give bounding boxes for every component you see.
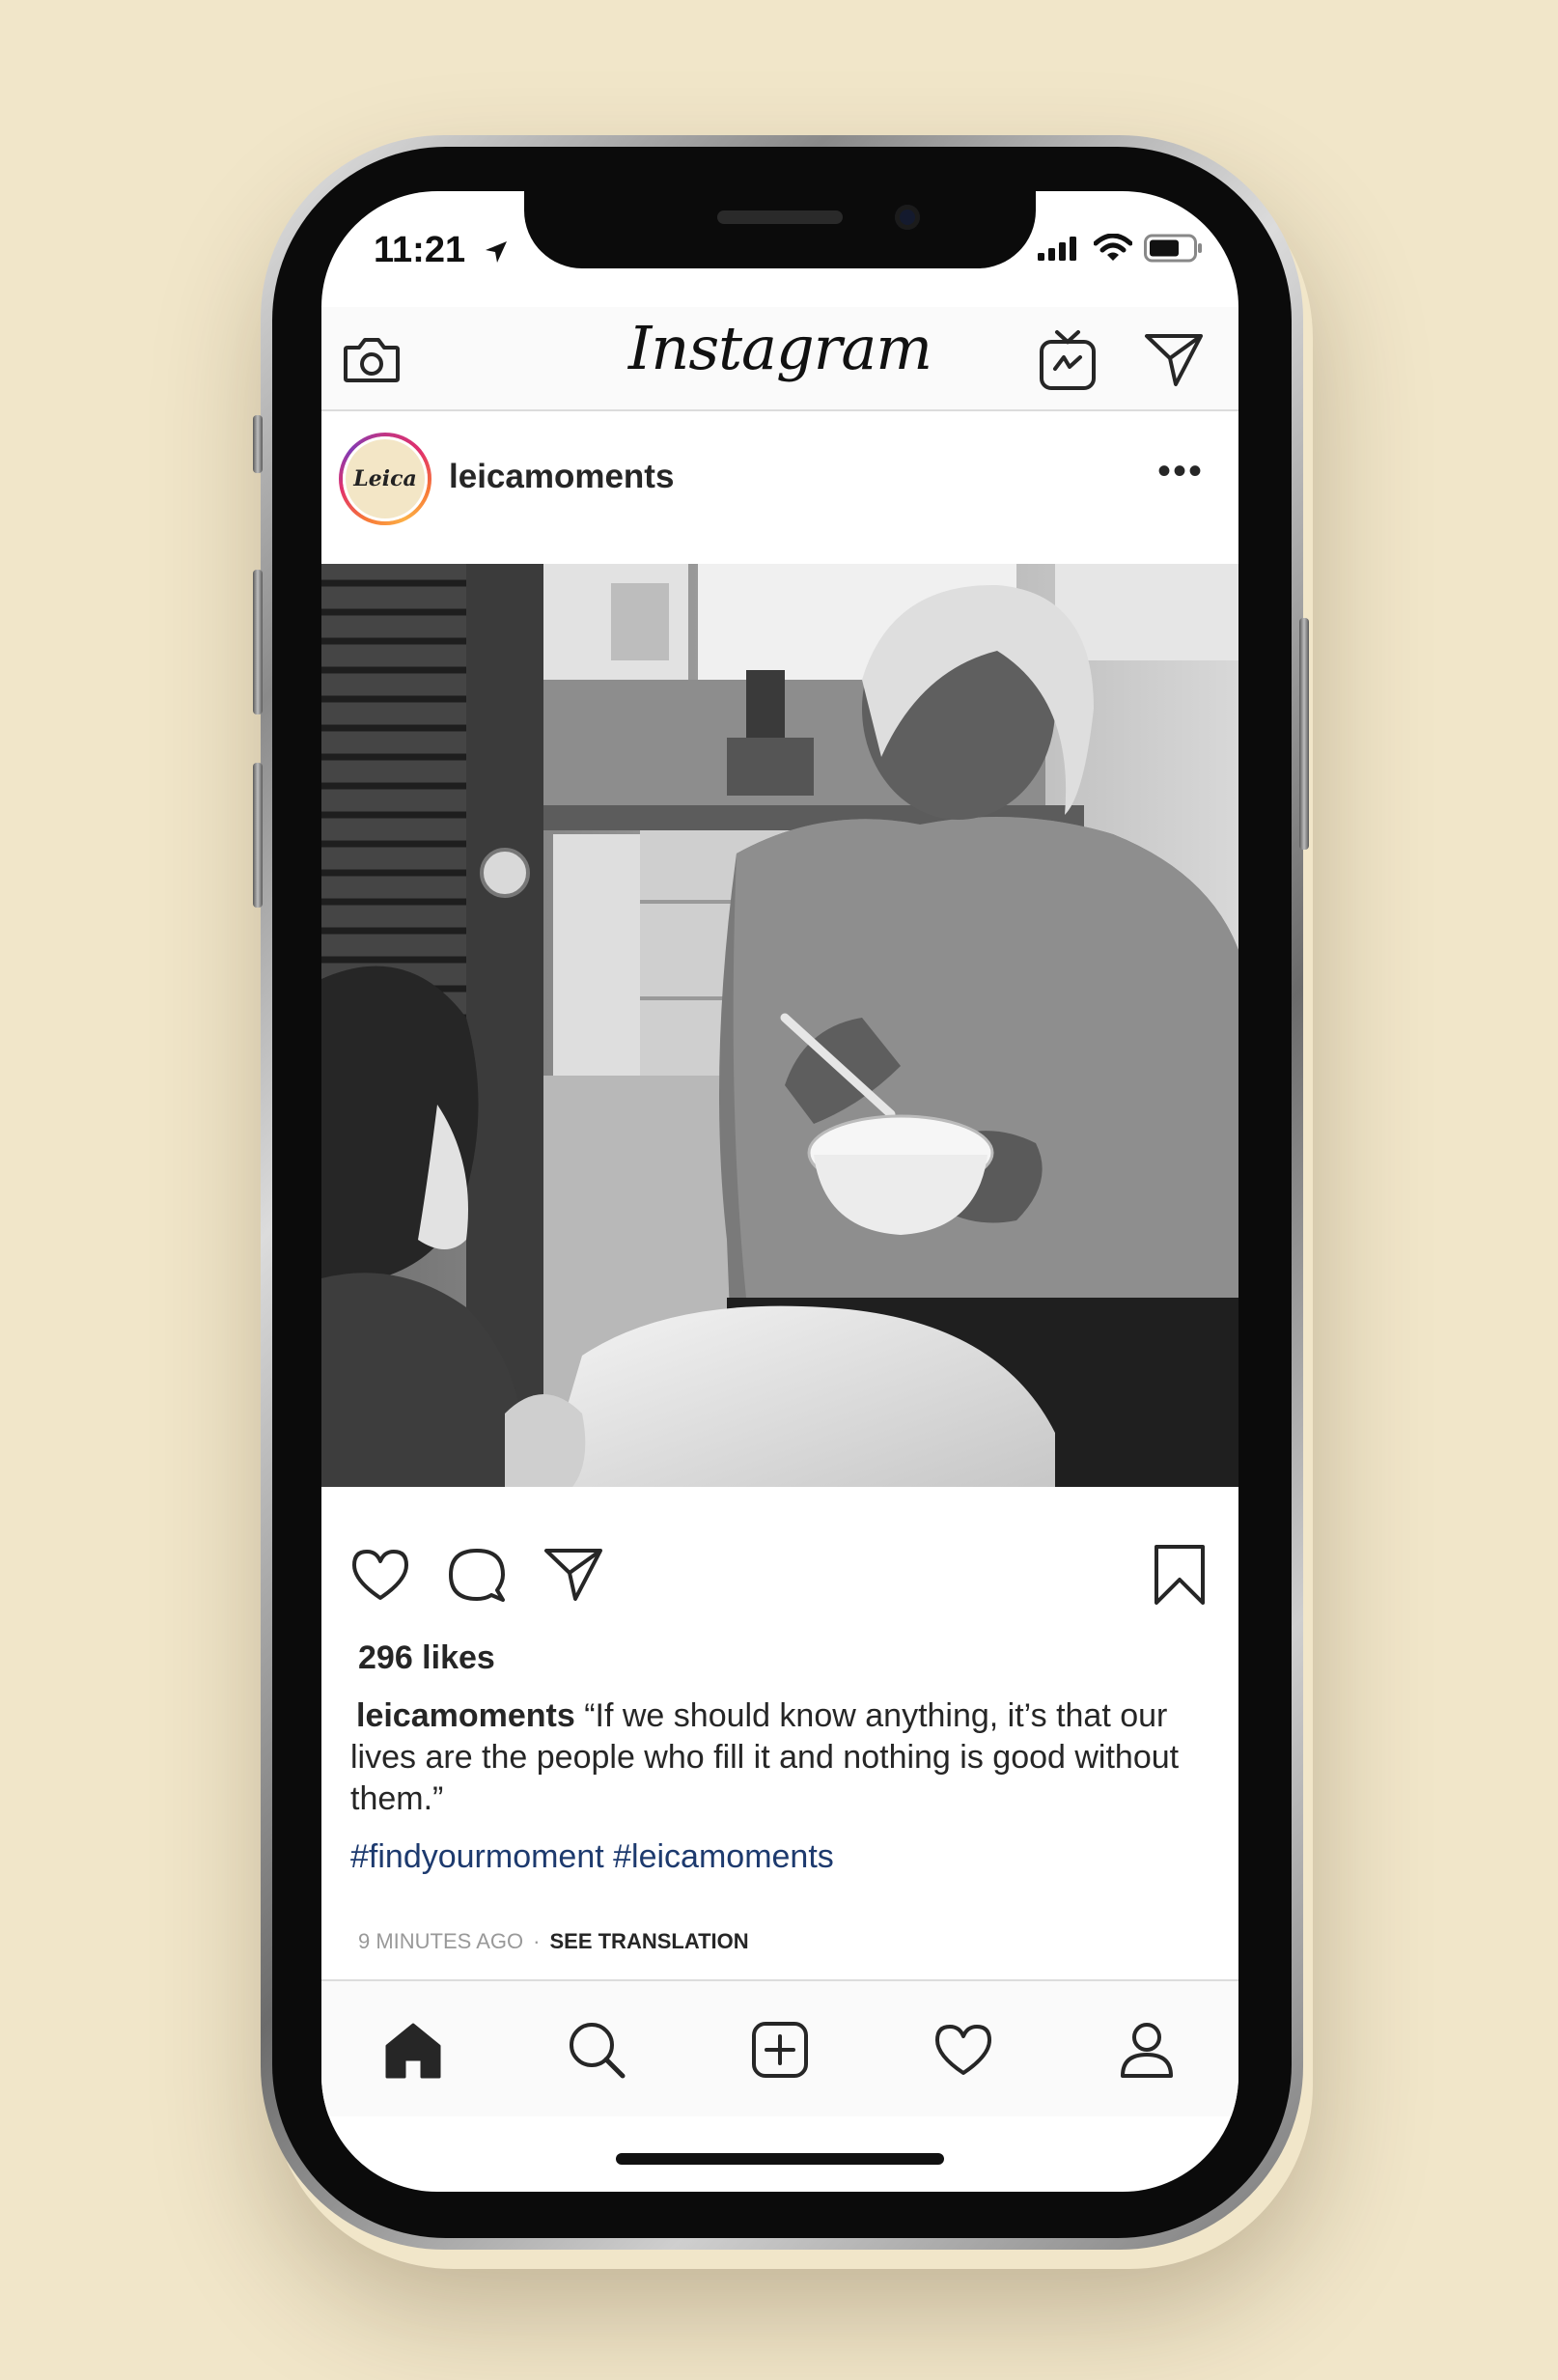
home-indicator[interactable] (616, 2153, 944, 2165)
search-icon (570, 2023, 626, 2079)
notch (524, 191, 1036, 268)
volume-up-button (253, 570, 263, 714)
igtv-icon (1040, 330, 1096, 390)
post-photo[interactable] (321, 564, 1238, 1487)
share-button[interactable] (542, 1543, 605, 1607)
comment-button[interactable] (445, 1543, 509, 1607)
share-icon (544, 1549, 602, 1601)
nav-new-post[interactable] (746, 2016, 814, 2084)
avatar: Leica (343, 436, 428, 521)
post-caption: leicamoments “If we should know anything… (350, 1695, 1200, 1820)
bookmark-icon (1155, 1545, 1205, 1605)
signal-icon (1038, 237, 1076, 261)
post-username[interactable]: leicamoments (449, 458, 674, 496)
direct-message-button[interactable] (1142, 328, 1206, 392)
post-meta: 9 MINUTES AGO · SEE TRANSLATION (358, 1929, 749, 1954)
nav-search[interactable] (563, 2016, 630, 2084)
nav-profile[interactable] (1113, 2016, 1181, 2084)
post-header: Leica leicamoments ••• (321, 411, 1238, 562)
instagram-logo: Instagram (627, 313, 932, 383)
like-button[interactable] (348, 1543, 412, 1607)
caption-username[interactable]: leicamoments (356, 1697, 575, 1734)
front-camera (895, 205, 920, 230)
see-translation-link[interactable]: SEE TRANSLATION (549, 1929, 748, 1954)
meta-separator: · (533, 1929, 541, 1953)
nav-activity[interactable] (930, 2016, 997, 2084)
new-post-icon (752, 2022, 808, 2078)
activity-heart-icon (935, 2025, 991, 2075)
volume-down-button (253, 763, 263, 908)
status-time: 11:21 (374, 230, 509, 271)
heart-icon (352, 1550, 408, 1600)
igtv-button[interactable] (1036, 326, 1099, 394)
direct-message-icon (1145, 334, 1203, 386)
more-options-button[interactable]: ••• (1157, 450, 1204, 493)
profile-icon (1121, 2023, 1173, 2078)
status-indicators (1038, 234, 1204, 263)
screen: 11:21 Instagram Leica leicamoments ••• 2… (321, 191, 1238, 2192)
side-button (1299, 618, 1309, 850)
mute-switch (253, 415, 263, 473)
status-time-text: 11:21 (374, 230, 466, 270)
save-button[interactable] (1148, 1541, 1211, 1609)
home-icon (385, 2023, 441, 2079)
location-arrow-icon (485, 240, 507, 263)
likes-count[interactable]: 296 likes (358, 1639, 495, 1677)
post-photo-image (321, 564, 1238, 1487)
top-bar: Instagram (321, 307, 1238, 411)
post-actions (321, 1533, 1238, 1620)
post-time-ago: 9 MINUTES AGO (358, 1929, 524, 1953)
comment-icon (449, 1549, 505, 1602)
battery-icon (1144, 234, 1202, 263)
avatar-ring[interactable]: Leica (339, 433, 431, 525)
speaker-grille (717, 210, 843, 224)
post-hashtags[interactable]: #findyourmoment #leicamoments (350, 1838, 834, 1876)
wifi-icon (1094, 234, 1132, 261)
bottom-nav (321, 1979, 1238, 2116)
nav-home[interactable] (379, 2016, 447, 2084)
